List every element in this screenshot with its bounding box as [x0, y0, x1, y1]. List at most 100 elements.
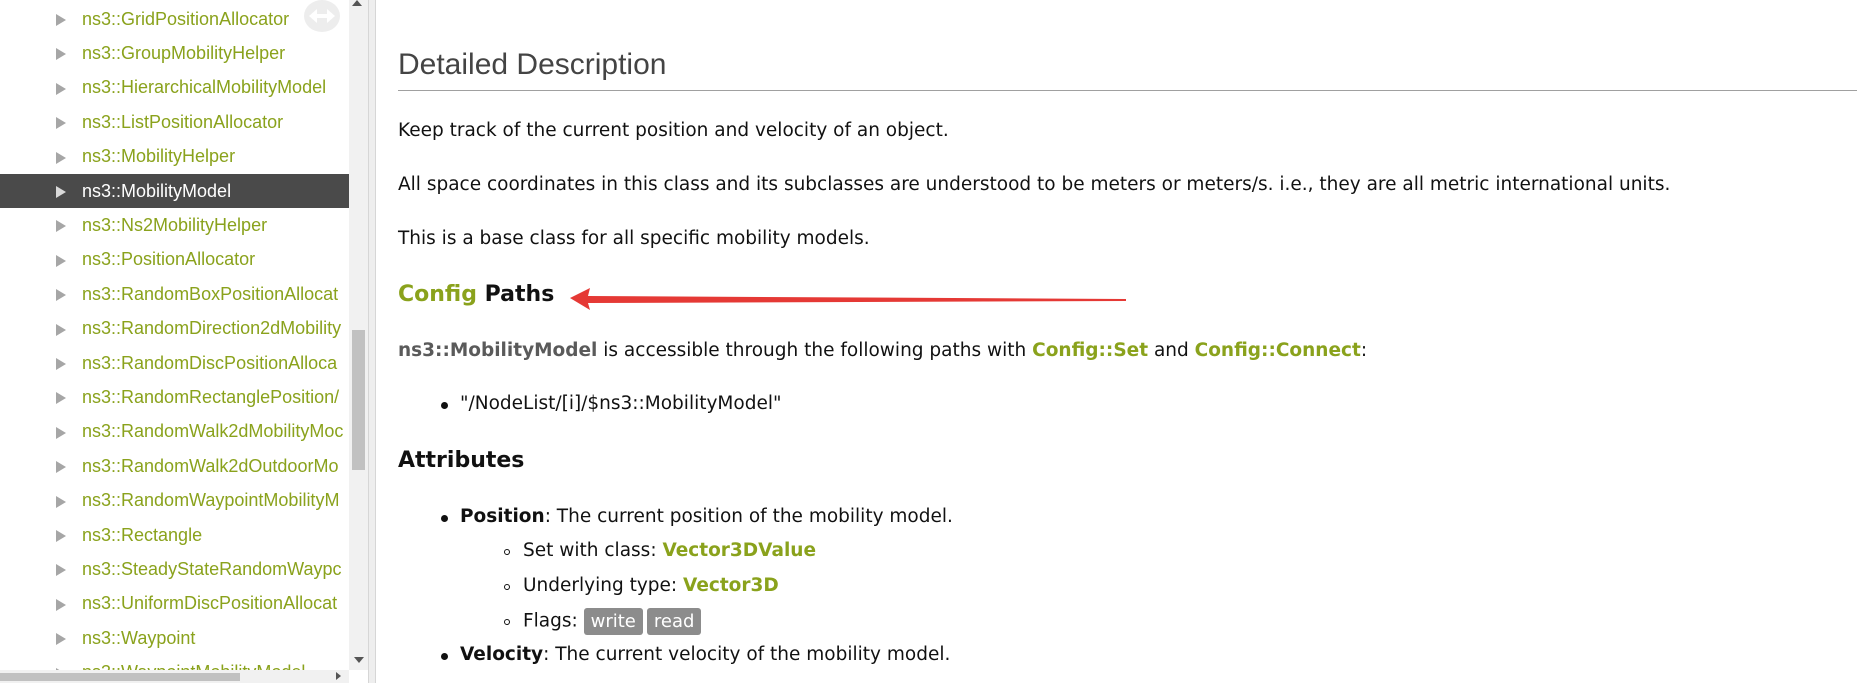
nav-tree-item-label[interactable]: ns3::MobilityModel: [82, 181, 231, 202]
nav-tree-item[interactable]: ns3::RandomWaypointMobilityM: [0, 484, 349, 518]
nav-tree-item-label[interactable]: ns3::RandomWalk2dMobilityMoc: [82, 421, 343, 442]
config-text-1: is accessible through the following path…: [597, 340, 1033, 361]
expand-arrow-icon[interactable]: [56, 358, 66, 370]
config-connect-link[interactable]: Config::Connect: [1195, 340, 1361, 361]
attribute-desc: : The current velocity of the mobility m…: [543, 644, 951, 665]
expand-arrow-icon[interactable]: [56, 82, 66, 95]
sidebar-horizontal-scrollbar[interactable]: [0, 670, 349, 683]
config-text-3: :: [1360, 340, 1368, 361]
sub-bullet: [504, 584, 510, 590]
nav-tree-item-label[interactable]: ns3::SteadyStateRandomWaypc: [82, 559, 341, 580]
attribute-name: Velocity: [460, 644, 544, 665]
expand-arrow-icon[interactable]: [56, 323, 66, 336]
config-paths-heading: Config Paths: [398, 282, 554, 307]
heading-divider: [398, 90, 1857, 91]
expand-arrow-icon[interactable]: [56, 598, 66, 611]
expand-arrow-icon[interactable]: [56, 461, 66, 474]
config-text-2: and: [1148, 340, 1195, 361]
config-link[interactable]: Config: [398, 282, 477, 307]
expand-arrow-icon[interactable]: [56, 495, 66, 508]
nav-tree-item[interactable]: ns3::MobilityModel: [0, 174, 349, 208]
nav-tree-item[interactable]: ns3::RandomWalk2dMobilityMoc: [0, 415, 349, 449]
config-access-line: ns3::MobilityModel is accessible through…: [398, 340, 1367, 361]
description-paragraph-1: Keep track of the current position and v…: [398, 120, 949, 141]
nav-tree-item[interactable]: ns3::MobilityHelper: [0, 140, 349, 174]
nav-tree-item-label[interactable]: ns3::RandomDiscPositionAlloca: [82, 353, 337, 374]
sync-arrows-icon[interactable]: [304, 0, 340, 32]
sidebar-vertical-scrollbar[interactable]: [349, 0, 368, 670]
expand-arrow-icon[interactable]: [56, 151, 66, 164]
attributes-heading: Attributes: [398, 448, 525, 473]
nav-tree-item-label[interactable]: ns3::Rectangle: [82, 525, 202, 546]
expand-arrow-icon[interactable]: [56, 564, 66, 577]
nav-tree-item-label[interactable]: ns3::RandomDirection2dMobility: [82, 318, 341, 339]
nav-tree-item-label[interactable]: ns3::RandomWaypointMobilityM: [82, 490, 339, 511]
nav-tree-sidebar: ns3::GridPositionAllocatorns3::GroupMobi…: [0, 0, 368, 683]
nav-tree-item-label[interactable]: ns3::Waypoint: [82, 628, 195, 649]
expand-arrow-icon[interactable]: [56, 48, 66, 61]
scroll-right-arrow-icon[interactable]: [336, 672, 341, 680]
sub-bullet: [504, 549, 510, 555]
nav-tree-item[interactable]: ns3::Waypoint: [0, 621, 349, 655]
list-bullet: [441, 653, 448, 660]
config-heading-rest: Paths: [476, 282, 555, 307]
nav-tree-item[interactable]: ns3::ListPositionAllocator: [0, 105, 349, 139]
nav-tree-item-label[interactable]: ns3::GroupMobilityHelper: [82, 43, 285, 64]
expand-arrow-icon[interactable]: [56, 254, 66, 267]
flag-badge-read: read: [646, 608, 702, 635]
nav-tree-item-label[interactable]: ns3::RandomRectanglePosition/: [82, 387, 339, 408]
vector3dvalue-link[interactable]: Vector3DValue: [662, 540, 816, 561]
expand-arrow-icon[interactable]: [56, 426, 66, 439]
scroll-up-arrow-icon[interactable]: [352, 0, 362, 6]
nav-tree-item-label[interactable]: ns3::WaypointMobilityModel: [82, 662, 305, 670]
nav-tree-item[interactable]: ns3::RandomDirection2dMobility: [0, 312, 349, 346]
nav-tree-list: ns3::GridPositionAllocatorns3::GroupMobi…: [0, 0, 349, 670]
expand-arrow-icon[interactable]: [56, 633, 66, 646]
nav-tree-item[interactable]: ns3::HierarchicalMobilityModel: [0, 71, 349, 105]
nav-tree-item[interactable]: ns3::RandomDiscPositionAlloca: [0, 346, 349, 380]
list-bullet: [441, 515, 448, 522]
nav-tree-item[interactable]: ns3::GroupMobilityHelper: [0, 36, 349, 70]
horizontal-scrollbar-thumb[interactable]: [0, 673, 240, 681]
nav-tree-item[interactable]: ns3::RandomWalk2dOutdoorMo: [0, 449, 349, 483]
nav-tree-item[interactable]: ns3::PositionAllocator: [0, 243, 349, 277]
sidebar-splitter[interactable]: [368, 0, 376, 683]
class-name-ref: ns3::MobilityModel: [398, 340, 598, 361]
config-path-item: "/NodeList/[i]/$ns3::MobilityModel": [460, 393, 782, 414]
nav-tree-item-label[interactable]: ns3::GridPositionAllocator: [82, 9, 289, 30]
scroll-down-arrow-icon[interactable]: [354, 657, 364, 663]
nav-tree-item-label[interactable]: ns3::RandomBoxPositionAllocat: [82, 284, 338, 305]
nav-tree-item-label[interactable]: ns3::UniformDiscPositionAllocat: [82, 593, 337, 614]
nav-tree-item[interactable]: ns3::SteadyStateRandomWaypc: [0, 552, 349, 586]
nav-tree-item[interactable]: ns3::RandomBoxPositionAllocat: [0, 277, 349, 311]
vector3d-link[interactable]: Vector3D: [683, 575, 779, 596]
page-section-title: Detailed Description: [398, 48, 667, 81]
expand-arrow-icon[interactable]: [56, 392, 66, 405]
attribute-flags: Flags: write read: [523, 608, 705, 635]
expand-arrow-icon[interactable]: [56, 220, 66, 233]
attribute-underlying-type: Underlying type: Vector3D: [523, 575, 779, 596]
scrollbar-thumb[interactable]: [352, 330, 365, 470]
nav-tree-item-label[interactable]: ns3::ListPositionAllocator: [82, 112, 283, 133]
nav-tree-item[interactable]: ns3::WaypointMobilityModel: [0, 656, 349, 670]
nav-tree-item[interactable]: ns3::UniformDiscPositionAllocat: [0, 587, 349, 621]
expand-arrow-icon[interactable]: [56, 289, 66, 302]
nav-tree-item-label[interactable]: ns3::RandomWalk2dOutdoorMo: [82, 456, 338, 477]
expand-arrow-icon[interactable]: [56, 530, 66, 542]
nav-tree-item-label[interactable]: ns3::PositionAllocator: [82, 249, 255, 270]
expand-arrow-icon[interactable]: [56, 186, 66, 198]
nav-tree-item[interactable]: ns3::GridPositionAllocator: [0, 2, 349, 36]
expand-arrow-icon[interactable]: [56, 14, 66, 26]
nav-tree-item-label[interactable]: ns3::Ns2MobilityHelper: [82, 215, 267, 236]
nav-tree-item[interactable]: ns3::Rectangle: [0, 518, 349, 552]
main-content: Detailed Description Keep track of the c…: [376, 0, 1857, 683]
nav-tree-item[interactable]: ns3::RandomRectanglePosition/: [0, 380, 349, 414]
attribute-desc: : The current position of the mobility m…: [544, 506, 953, 527]
nav-tree-item-label[interactable]: ns3::MobilityHelper: [82, 146, 235, 167]
expand-arrow-icon[interactable]: [56, 117, 66, 130]
type-label: Underlying type:: [523, 575, 684, 596]
nav-tree-item-label[interactable]: ns3::HierarchicalMobilityModel: [82, 77, 326, 98]
nav-tree-item[interactable]: ns3::Ns2MobilityHelper: [0, 208, 349, 242]
flags-label: Flags:: [523, 610, 584, 632]
config-set-link[interactable]: Config::Set: [1032, 340, 1148, 361]
